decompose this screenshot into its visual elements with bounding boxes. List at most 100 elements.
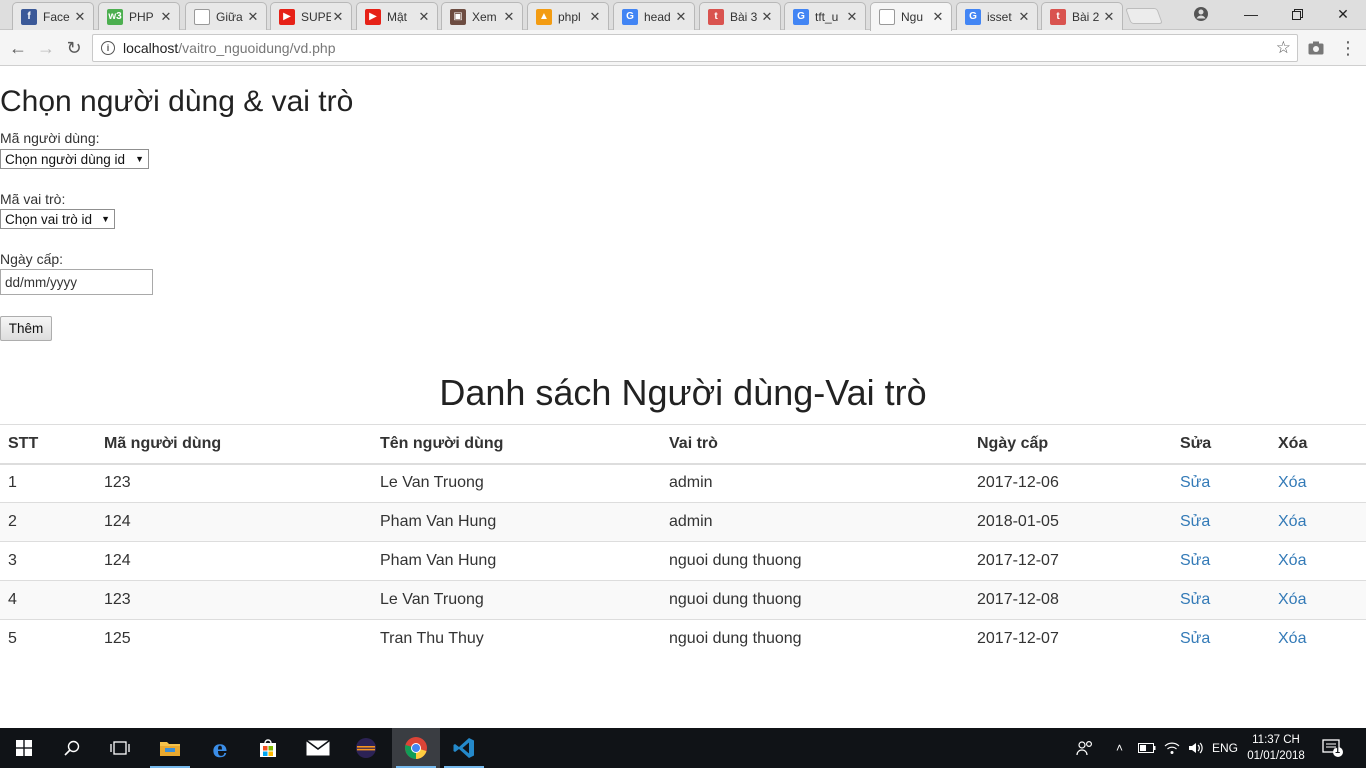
- edit-link[interactable]: Sửa: [1180, 591, 1210, 608]
- close-tab-icon[interactable]: ✕: [674, 9, 688, 25]
- tab-title: Mật: [387, 9, 408, 24]
- close-tab-icon[interactable]: ✕: [845, 9, 859, 25]
- table-row: 1 123 Le Van Truong admin 2017-12-06 Sửa Xóa: [0, 463, 1366, 503]
- page-icon: [194, 8, 210, 25]
- windows-start-icon[interactable]: [0, 728, 48, 768]
- delete-link[interactable]: Xóa: [1278, 474, 1306, 491]
- close-tab-icon[interactable]: ✕: [760, 9, 774, 25]
- browser-tab[interactable]: t Bài 3 ✕: [699, 2, 781, 30]
- browser-tab[interactable]: ▲ phpl ✕: [527, 2, 609, 30]
- close-tab-icon[interactable]: ✕: [246, 9, 260, 25]
- clock-date: 01/01/2018: [1247, 750, 1305, 762]
- volume-icon[interactable]: [1188, 728, 1204, 768]
- network-wifi-icon[interactable]: [1164, 728, 1180, 768]
- back-button[interactable]: ←: [6, 36, 30, 60]
- col-header-delete: Xóa: [1270, 424, 1366, 464]
- browser-tab[interactable]: Giữa ✕: [185, 2, 267, 30]
- tab-title: Xem: [472, 9, 497, 24]
- browser-tab[interactable]: Ngu ✕: [870, 2, 952, 31]
- cell-role: admin: [661, 502, 969, 542]
- tab-title: Bài 2: [1072, 9, 1100, 24]
- close-window-button[interactable]: ✕: [1320, 0, 1366, 28]
- t-icon: t: [1050, 8, 1066, 25]
- delete-link-cell: Xóa: [1270, 619, 1366, 659]
- role-id-label: Mã vai trò:: [0, 191, 66, 207]
- eclipse-icon[interactable]: [342, 728, 390, 768]
- browser-tab[interactable]: Gtft_u ✕: [784, 2, 866, 30]
- menu-kebab-icon[interactable]: ⋮: [1336, 36, 1360, 60]
- cell-user-id: 124: [96, 502, 372, 542]
- browser-tab[interactable]: f Face ✕: [12, 2, 94, 30]
- chrome-icon[interactable]: [392, 728, 440, 768]
- close-tab-icon[interactable]: ✕: [331, 9, 345, 25]
- system-clock[interactable]: 11:37 CH 01/01/2018: [1242, 732, 1310, 764]
- edit-link-cell: Sửa: [1172, 502, 1270, 542]
- phpmyadmin-icon: ▲: [536, 8, 552, 25]
- reload-button[interactable]: ↻: [62, 36, 86, 60]
- cell-stt: 4: [0, 580, 96, 620]
- browser-tab[interactable]: ▣ Xem ✕: [441, 2, 523, 30]
- delete-link[interactable]: Xóa: [1278, 513, 1306, 530]
- browser-tab-strip: f Face ✕ w3 PHP ✕ Giữa ✕ ▶ SUPE ✕ ▶ Mật ✕ ▣ Xem ✕ ▲ phpl ✕ G…: [0, 0, 1366, 31]
- role-id-select[interactable]: Chọn vai trò id ▼: [0, 209, 115, 229]
- new-tab-button[interactable]: [1125, 8, 1163, 24]
- edit-link[interactable]: Sửa: [1180, 513, 1210, 530]
- bookmark-star-icon[interactable]: ☆: [1276, 38, 1291, 58]
- browser-tab[interactable]: ▶ SUPE ✕: [270, 2, 352, 30]
- edge-browser-icon[interactable]: e: [196, 728, 244, 768]
- tab-title: PHP: [129, 9, 154, 24]
- cell-user-name: Pham Van Hung: [372, 541, 661, 581]
- battery-icon[interactable]: [1138, 728, 1156, 768]
- delete-link[interactable]: Xóa: [1278, 552, 1306, 569]
- address-bar[interactable]: i localhost/vaitro_nguoidung/vd.php ☆: [92, 34, 1298, 62]
- input-language-indicator[interactable]: ENG: [1212, 728, 1238, 768]
- browser-tab[interactable]: ▶ Mật ✕: [356, 2, 438, 30]
- delete-link-cell: Xóa: [1270, 541, 1366, 581]
- mail-icon[interactable]: [294, 728, 342, 768]
- date-input[interactable]: dd/mm/yyyy: [0, 269, 153, 295]
- edit-link[interactable]: Sửa: [1180, 552, 1210, 569]
- maximize-button[interactable]: [1274, 0, 1320, 28]
- browser-tab[interactable]: Gisset ✕: [956, 2, 1038, 30]
- cell-role: nguoi dung thuong: [661, 580, 969, 620]
- col-header-user-id: Mã người dùng: [96, 424, 372, 464]
- minimize-button[interactable]: —: [1228, 0, 1274, 28]
- close-tab-icon[interactable]: ✕: [159, 9, 173, 25]
- search-icon[interactable]: [48, 728, 96, 768]
- forward-button[interactable]: →: [34, 36, 58, 60]
- browser-tab[interactable]: Ghead ✕: [613, 2, 695, 30]
- delete-link[interactable]: Xóa: [1278, 591, 1306, 608]
- close-tab-icon[interactable]: ✕: [1017, 9, 1031, 25]
- delete-link[interactable]: Xóa: [1278, 630, 1306, 647]
- cell-stt: 3: [0, 541, 96, 581]
- browser-tab[interactable]: w3 PHP ✕: [98, 2, 180, 30]
- date-input-placeholder: dd/mm/yyyy: [5, 274, 78, 290]
- cell-user-name: Tran Thu Thuy: [372, 619, 661, 659]
- site-info-icon[interactable]: i: [101, 41, 115, 55]
- user-id-select[interactable]: Chọn người dùng id ▼: [0, 149, 149, 169]
- close-tab-icon[interactable]: ✕: [588, 9, 602, 25]
- col-header-role: Vai trò: [661, 424, 969, 464]
- close-tab-icon[interactable]: ✕: [931, 9, 945, 25]
- profile-icon[interactable]: [1178, 0, 1224, 28]
- edit-link[interactable]: Sửa: [1180, 474, 1210, 491]
- store-icon[interactable]: [244, 728, 292, 768]
- show-hidden-icons-chevron-up-icon[interactable]: ˄: [1116, 728, 1123, 768]
- close-tab-icon[interactable]: ✕: [1102, 9, 1116, 25]
- cell-stt: 2: [0, 502, 96, 542]
- add-button[interactable]: Thêm: [0, 316, 52, 341]
- tab-title: SUPE: [301, 9, 331, 24]
- action-center-notifications-icon[interactable]: 1: [1322, 728, 1344, 768]
- close-tab-icon[interactable]: ✕: [417, 9, 431, 25]
- file-explorer-icon[interactable]: [146, 728, 194, 768]
- people-icon[interactable]: [1076, 728, 1094, 768]
- close-tab-icon[interactable]: ✕: [502, 9, 516, 25]
- camera-icon[interactable]: [1304, 36, 1328, 60]
- cell-date: 2017-12-07: [969, 619, 1172, 659]
- close-tab-icon[interactable]: ✕: [73, 9, 87, 25]
- browser-tab[interactable]: t Bài 2 ✕: [1041, 2, 1123, 30]
- delete-link-cell: Xóa: [1270, 502, 1366, 542]
- edit-link[interactable]: Sửa: [1180, 630, 1210, 647]
- vscode-icon[interactable]: [440, 728, 488, 768]
- task-view-icon[interactable]: [96, 728, 144, 768]
